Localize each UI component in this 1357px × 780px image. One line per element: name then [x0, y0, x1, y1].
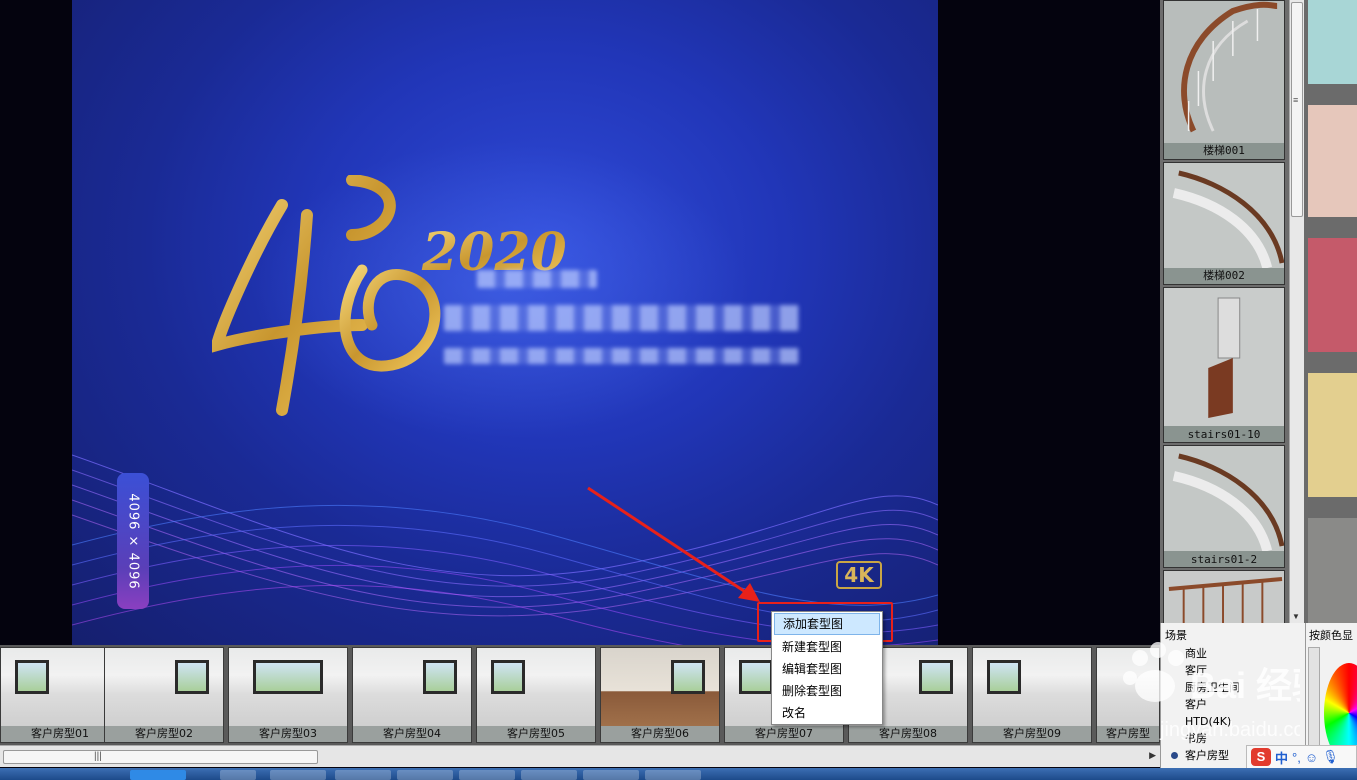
room-label: 客户房型01 [31, 727, 89, 740]
scene-item-selected[interactable]: 客户房型 [1171, 747, 1240, 764]
library-item[interactable]: 楼梯002 [1163, 162, 1285, 285]
material-swatches-panel [1304, 0, 1357, 623]
library-item[interactable]: stairs01-10 [1163, 287, 1285, 443]
room-thumbnail[interactable]: 客户房型06 [600, 647, 720, 743]
room-thumbnail[interactable]: 客户房型03 [228, 647, 348, 743]
room-label: 客户房型09 [1003, 727, 1061, 740]
room-label: 客户房型06 [631, 727, 689, 740]
menu-item-rename[interactable]: 改名 [774, 702, 880, 724]
ime-punct-toggle[interactable]: °, [1292, 750, 1301, 765]
library-item-label: 楼梯002 [1203, 269, 1245, 282]
stair-thumbnail [1164, 1, 1284, 143]
library-scroll-thumb[interactable] [1291, 2, 1303, 217]
microphone-icon[interactable]: 🎙 [1322, 749, 1339, 765]
stair-thumbnail [1164, 163, 1284, 268]
menu-item-edit-layout[interactable]: 编辑套型图 [774, 658, 880, 680]
material-swatch[interactable] [1308, 105, 1357, 217]
radio-dot-icon [1171, 752, 1178, 759]
room-type-strip: 客户房型01 客户房型02 客户房型03 客户房型04 客户房型05 客户房型0… [0, 645, 1201, 745]
room-thumbnail[interactable]: 客户房型04 [352, 647, 472, 743]
library-item-label: 楼梯001 [1203, 144, 1245, 157]
taskbar-button[interactable] [130, 770, 186, 780]
library-item-label: stairs01-2 [1190, 553, 1258, 566]
ime-language-toggle[interactable]: 中 [1275, 748, 1288, 767]
room-label: 客户房型03 [259, 727, 317, 740]
room-thumbnail[interactable]: 客户房型02 [104, 647, 224, 743]
room-thumbnail[interactable]: 客户房型05 [476, 647, 596, 743]
material-swatch[interactable] [1308, 373, 1357, 497]
taskbar-button[interactable] [335, 770, 391, 780]
material-swatch[interactable] [1308, 0, 1357, 84]
room-label: 客户房型08 [879, 727, 937, 740]
material-swatch[interactable] [1308, 238, 1357, 352]
taskbar-button[interactable] [645, 770, 701, 780]
sogou-logo-icon[interactable]: S [1251, 748, 1271, 766]
taskbar-button[interactable] [459, 770, 515, 780]
stair-thumbnail [1164, 446, 1284, 551]
menu-item-delete-layout[interactable]: 删除套型图 [774, 680, 880, 702]
taskbar-button[interactable] [397, 770, 453, 780]
material-swatch[interactable] [1308, 518, 1357, 623]
room-thumbnail[interactable]: 客户房型01 [0, 647, 120, 743]
menu-item-add-layout[interactable]: 添加套型图 [774, 613, 880, 635]
app-window: 2020 4096 × 4096 4K 楼梯001 楼梯002 stairs01… [0, 0, 1357, 780]
room-label: 客户房型04 [383, 727, 441, 740]
room-strip-scroll-thumb[interactable]: ||| [3, 750, 318, 764]
room-label: 客户房型02 [135, 727, 193, 740]
room-label: 客户房型05 [507, 727, 565, 740]
component-library-panel: 楼梯001 楼梯002 stairs01-10 stairs01-2 [1160, 0, 1306, 624]
taskbar-button[interactable] [270, 770, 326, 780]
library-item[interactable] [1163, 570, 1285, 624]
library-item-label: stairs01-10 [1187, 428, 1261, 441]
scroll-down-arrow-icon[interactable]: ▼ [1292, 612, 1300, 621]
library-item[interactable]: 楼梯001 [1163, 0, 1285, 160]
railing-thumbnail [1164, 571, 1284, 624]
room-label: 客户房型07 [755, 727, 813, 740]
4k-badge: 4K [836, 561, 882, 589]
room-thumbnail[interactable]: 客户房型09 [972, 647, 1092, 743]
stair-thumbnail [1164, 288, 1284, 426]
context-menu: 添加套型图 新建套型图 编辑套型图 删除套型图 改名 [771, 611, 883, 725]
scroll-right-arrow-icon[interactable]: ▶ [1149, 750, 1156, 761]
taskbar-button[interactable] [521, 770, 577, 780]
ime-toolbar[interactable]: S 中 °, ☺ 🎙 [1246, 745, 1357, 769]
emoji-icon[interactable]: ☺ [1305, 750, 1318, 765]
baidu-watermark: Bai 经验 jingyan.baidu.com [1123, 642, 1300, 741]
svg-text:Bai 经验: Bai 经验 [1190, 665, 1300, 706]
color-panel-title: 按颜色显 [1309, 629, 1353, 642]
library-scrollbar[interactable]: ≡ ▼ [1289, 0, 1304, 623]
menu-item-new-layout[interactable]: 新建套型图 [774, 636, 880, 658]
library-item[interactable]: stairs01-2 [1163, 445, 1285, 568]
poster-image: 2020 4096 × 4096 4K [72, 0, 938, 645]
taskbar-button[interactable] [220, 770, 256, 780]
resolution-badge: 4096 × 4096 [117, 473, 149, 609]
svg-text:jingyan.baidu.com: jingyan.baidu.com [1159, 719, 1300, 741]
room-strip-scrollbar[interactable]: ||| ▶ [0, 745, 1160, 767]
os-taskbar [0, 768, 1357, 780]
annotation-arrow [587, 486, 760, 602]
taskbar-button[interactable] [583, 770, 639, 780]
